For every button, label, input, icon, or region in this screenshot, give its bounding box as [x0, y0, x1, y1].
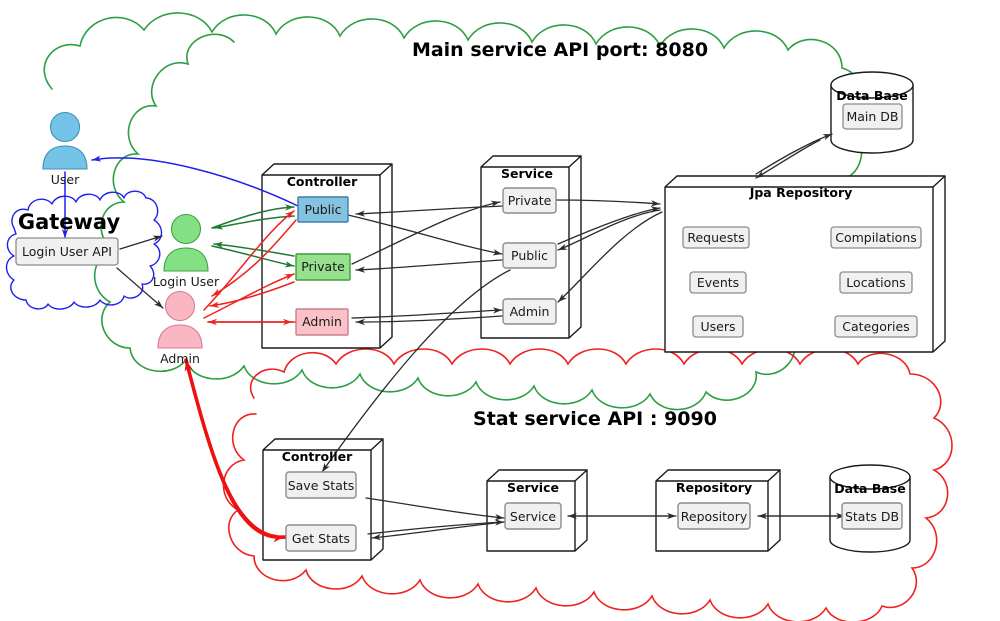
main-service-box-title: Service	[501, 166, 553, 181]
actor-user-label: User	[50, 172, 80, 187]
repo-categories-label[interactable]: Categories	[835, 319, 917, 334]
repo-users-label[interactable]: Users	[693, 319, 743, 334]
actor-user[interactable]	[42, 111, 88, 170]
service-private-label[interactable]: Private	[503, 193, 556, 208]
service-admin-label[interactable]: Admin	[503, 304, 556, 319]
stat-service-title: Stat service API : 9090	[473, 408, 717, 430]
repo-locations-label[interactable]: Locations	[840, 275, 912, 290]
controller-admin-label[interactable]: Admin	[296, 314, 348, 329]
stat-service-box-title: Service	[507, 480, 559, 495]
controller-private-label[interactable]: Private	[296, 259, 350, 274]
stat-database-title: Data Base	[834, 481, 906, 496]
diagram-canvas: Main service API port: 8080 Stat service…	[0, 0, 1000, 621]
actor-admin[interactable]	[157, 290, 203, 349]
stat-controller-title: Controller	[281, 449, 353, 464]
stat-service-item-label[interactable]: Service	[505, 509, 561, 524]
main-service-title: Main service API port: 8080	[411, 39, 709, 61]
main-db-label[interactable]: Main DB	[843, 109, 902, 124]
main-controller-title: Controller	[286, 174, 358, 189]
main-database-title: Data Base	[836, 88, 908, 103]
stat-repository-item-label[interactable]: Repository	[678, 509, 750, 524]
stat-repository-title: Repository	[675, 480, 753, 495]
stats-db-label[interactable]: Stats DB	[842, 509, 902, 524]
get-stats-label[interactable]: Get Stats	[286, 531, 356, 546]
repo-compilations-label[interactable]: Compilations	[831, 230, 921, 245]
actor-login-user[interactable]	[163, 213, 209, 272]
repo-events-label[interactable]: Events	[690, 275, 746, 290]
gateway-title: Gateway	[17, 210, 121, 234]
login-user-api-label[interactable]: Login User API	[16, 244, 118, 259]
actor-admin-label: Admin	[160, 351, 200, 366]
repo-requests-label[interactable]: Requests	[683, 230, 749, 245]
controller-public-label[interactable]: Public	[298, 202, 348, 217]
save-stats-label[interactable]: Save Stats	[286, 478, 356, 493]
actor-login-user-label: Login User	[152, 274, 220, 289]
jpa-repository-title: Jpa Repository	[749, 185, 853, 200]
service-public-label[interactable]: Public	[503, 248, 556, 263]
